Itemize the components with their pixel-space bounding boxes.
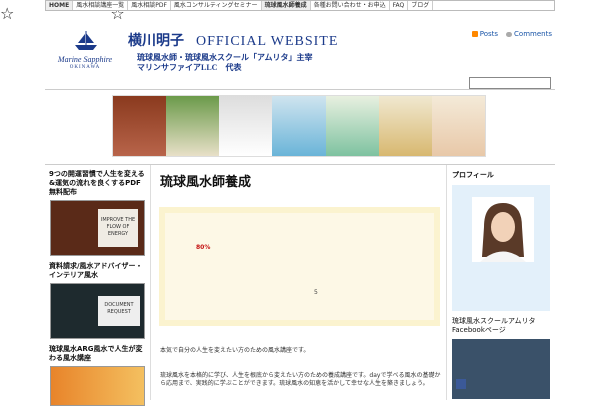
site-title: 横川明子 OFFICIAL WEBSITE <box>128 30 338 50</box>
profile-card[interactable] <box>452 185 550 311</box>
nav-item-faq[interactable]: FAQ <box>390 1 409 10</box>
site-title-en: OFFICIAL WEBSITE <box>196 34 339 49</box>
profile-heading: プロフィール <box>452 171 494 179</box>
body-paragraph-2: 琉球風水を本格的に学び、人生を根底から変えたい方のための養成講座です。dayで学… <box>160 372 441 387</box>
rss-icon <box>471 31 478 37</box>
top-navigation: HOME 風水相談講座一覧 風水相談PDF 風水コンサルティングセミナー 琉球風… <box>45 0 555 11</box>
search-input[interactable] <box>469 77 551 89</box>
left-sidebar: 9つの開運習慣で人生を変える&運気の流れを良くするPDF無料配布 IMPROVE… <box>45 165 151 406</box>
facebook-icon <box>456 379 466 389</box>
nav-item-pdf[interactable]: 風水相談PDF <box>128 1 171 10</box>
profile-photo <box>472 197 534 262</box>
school-banner[interactable] <box>50 366 145 406</box>
site-subtitle-2: マリンサファイアLLC 代表 <box>137 63 242 72</box>
comment-icon <box>506 31 513 37</box>
panel-number: 5 <box>314 289 318 296</box>
logo-text: Marine Sapphire <box>57 55 113 64</box>
sidebar-link-school[interactable]: 琉球風水ARG風水で人生が変わる風水講座 <box>45 345 150 363</box>
logo-subtext: OKINAWA <box>69 65 101 70</box>
site-title-name: 横川明子 <box>128 34 184 49</box>
content-panel <box>159 207 440 326</box>
sidebar-link-pdf[interactable]: 9つの開運習慣で人生を変える&運気の流れを良くするPDF無料配布 <box>45 170 150 197</box>
feed-links: Posts Comments <box>471 30 552 38</box>
right-sidebar: プロフィール 琉球風水スクールアムリタ Facebookページ <box>446 165 555 400</box>
header-banner-image <box>112 95 486 157</box>
energy-flow-banner[interactable]: IMPROVE THE FLOW OF ENERGY <box>50 200 145 256</box>
nav-home[interactable]: HOME <box>46 1 74 10</box>
facebook-heading: 琉球風水スクールアムリタ Facebookページ <box>452 317 536 334</box>
page-title: 琉球風水師養成 <box>160 175 252 190</box>
divider <box>45 89 555 90</box>
nav-item-courses[interactable]: 風水相談講座一覧 <box>73 1 129 10</box>
ship-logo-icon <box>75 31 97 50</box>
comments-feed-link[interactable]: Comments <box>506 30 552 38</box>
panel-percent: 80% <box>196 244 211 251</box>
nav-item-seminar[interactable]: 風水コンサルティングセミナー <box>171 1 262 10</box>
posts-feed-link[interactable]: Posts <box>471 30 498 38</box>
facebook-page-widget[interactable] <box>452 339 550 399</box>
body-paragraph-1: 本気で自分の人生を変えたい方のための風水講座です。 <box>160 347 310 354</box>
document-request-banner[interactable]: DOCUMENT REQUEST <box>50 283 145 339</box>
nav-item-blog[interactable]: ブログ <box>408 1 434 10</box>
sidebar-link-document[interactable]: 資料請求/風水アドバイザー・インテリア風水 <box>45 262 150 280</box>
nav-item-contact[interactable]: 各種お問い合わせ・お申込 <box>311 1 390 10</box>
site-logo[interactable]: Marine Sapphire OKINAWA <box>50 30 120 74</box>
nav-item-training[interactable]: 琉球風水師養成 <box>261 1 311 10</box>
